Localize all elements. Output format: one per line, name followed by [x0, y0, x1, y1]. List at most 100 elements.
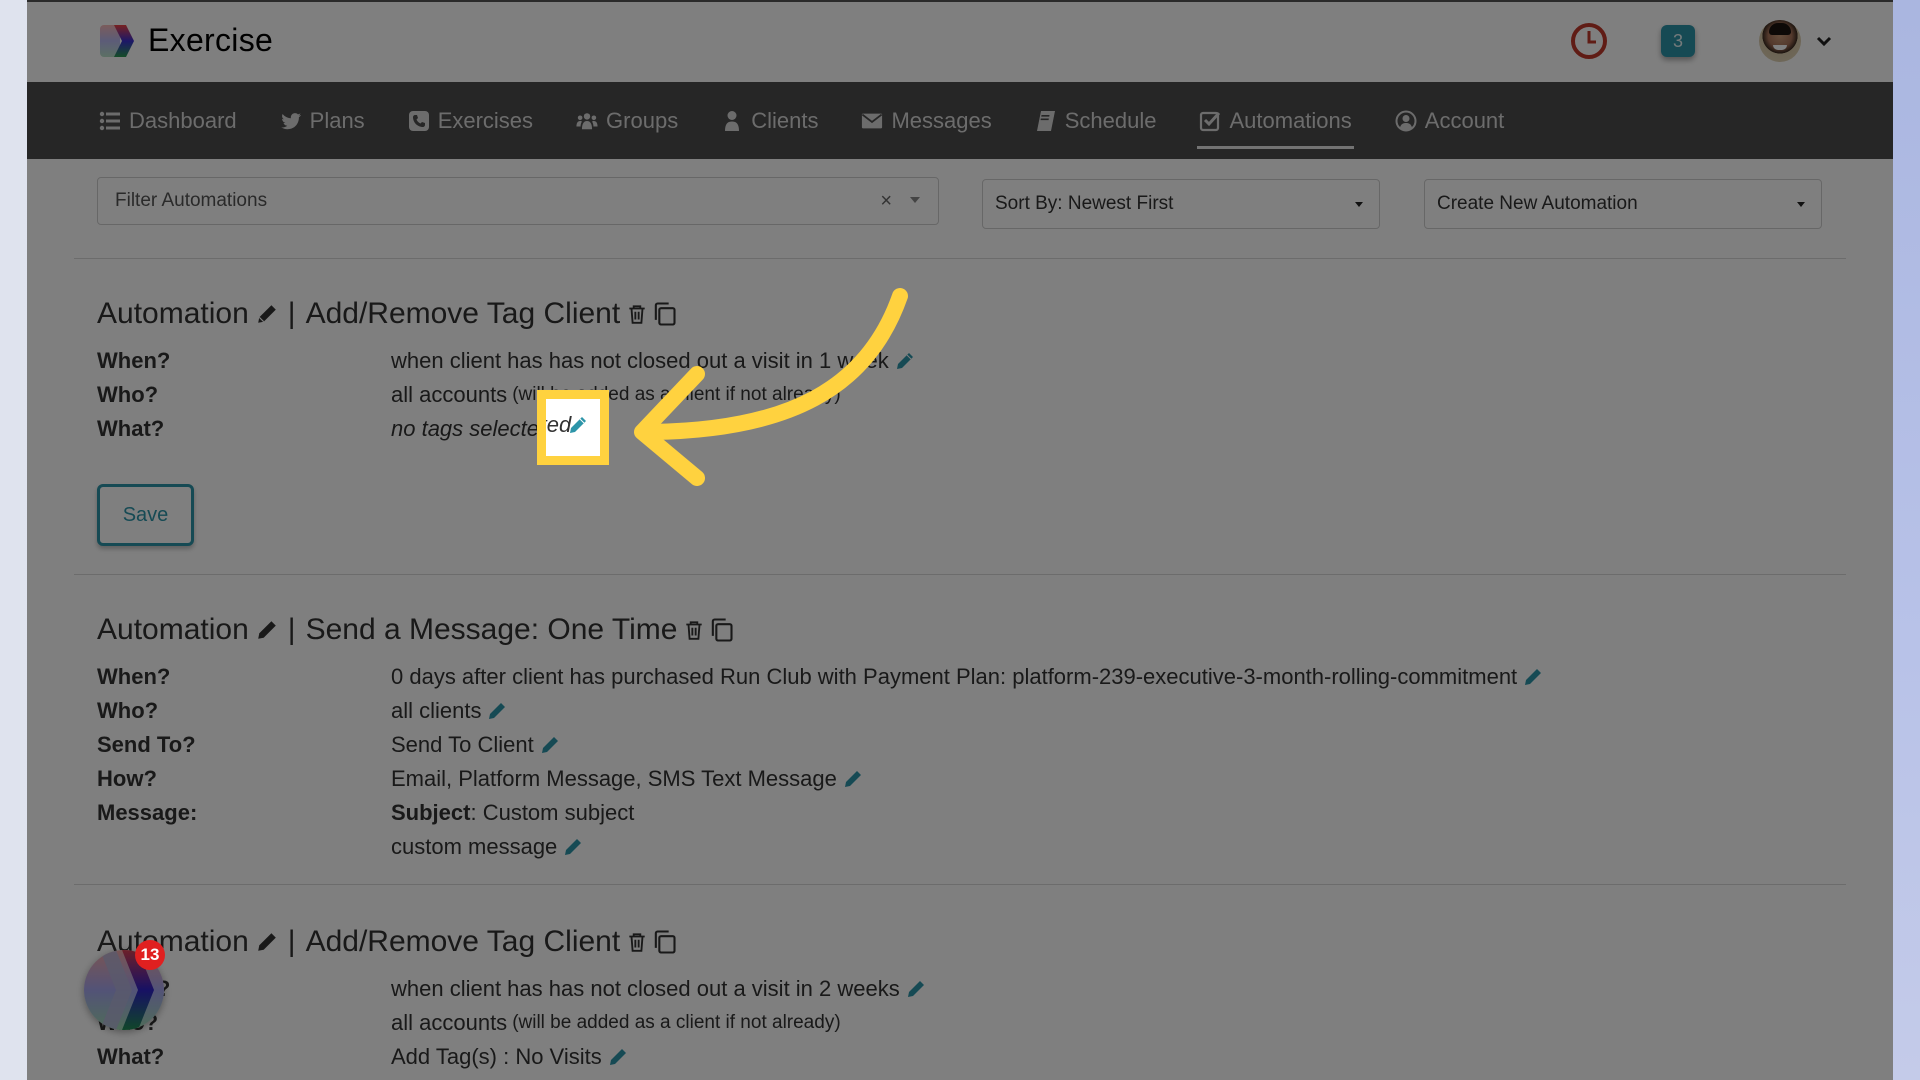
- clock-icon[interactable]: [1569, 21, 1609, 61]
- detail-row: What? no tags selected: [97, 412, 1846, 446]
- nav-label: Dashboard: [129, 107, 237, 133]
- nav-groups[interactable]: Groups: [574, 82, 680, 159]
- edit-pencil-icon[interactable]: [540, 735, 560, 755]
- nav-account[interactable]: Account: [1393, 82, 1507, 159]
- automation-title-prefix: Automation: [97, 297, 249, 330]
- automation-title: Automation | Send a Message: One Time: [97, 610, 1846, 650]
- notification-badge[interactable]: 3: [1661, 25, 1695, 57]
- nav-label: Groups: [606, 107, 679, 133]
- main-nav: Dashboard Plans Exercises Groups Clients…: [27, 82, 1893, 159]
- envelope-icon: [862, 113, 883, 128]
- nav-automations[interactable]: Automations: [1197, 82, 1355, 159]
- user-avatar[interactable]: [1759, 20, 1801, 62]
- automation-card: Automation | Add/Remove Tag Client When?…: [74, 885, 1846, 1074]
- automation-type: Send a Message: One Time: [305, 613, 678, 646]
- detail-row: When? when client has has not closed out…: [97, 972, 1846, 1006]
- automation-type: Add/Remove Tag Client: [305, 297, 621, 330]
- brand-logo-icon: [100, 24, 134, 57]
- how-value: Email, Platform Message, SMS Text Messag…: [391, 766, 837, 791]
- nav-messages[interactable]: Messages: [859, 82, 993, 159]
- filter-automations-input[interactable]: Filter Automations ×: [97, 177, 939, 225]
- trash-icon[interactable]: [683, 619, 705, 641]
- app-window: Exercise 3 Dashboard Plans Exercises Gro…: [27, 0, 1893, 1080]
- send-to-value: Send To Client: [391, 732, 534, 757]
- brand-name: Exercise: [148, 22, 274, 58]
- detail-value: all accounts (will be added as a client …: [391, 382, 841, 408]
- when-value: when client has has not closed out a vis…: [391, 976, 900, 1001]
- nav-plans[interactable]: Plans: [278, 82, 367, 159]
- automation-details: When? 0 days after client has purchased …: [97, 660, 1846, 864]
- sort-select[interactable]: Sort By: Newest First: [982, 179, 1380, 229]
- filter-placeholder: Filter Automations: [115, 190, 268, 211]
- nav-label: Clients: [751, 107, 819, 133]
- nav-exercises[interactable]: Exercises: [406, 82, 535, 159]
- edit-pencil-icon[interactable]: [843, 769, 863, 789]
- widget-notification-badge: 13: [135, 940, 165, 970]
- when-value: when client has has not closed out a vis…: [391, 348, 889, 373]
- nav-clients[interactable]: Clients: [719, 82, 820, 159]
- filter-dropdown-caret-icon[interactable]: [910, 197, 920, 203]
- automation-details: When? when client has has not closed out…: [97, 344, 1846, 446]
- copy-icon[interactable]: [650, 300, 678, 328]
- create-automation-select[interactable]: Create New Automation: [1424, 179, 1822, 229]
- automation-type: Add/Remove Tag Client: [305, 925, 621, 958]
- title-separator: |: [287, 613, 296, 646]
- detail-row: Send To? Send To Client: [97, 728, 1846, 762]
- detail-label: Message:: [97, 800, 198, 825]
- detail-row: When? 0 days after client has purchased …: [97, 660, 1846, 694]
- user-circle-icon: [1395, 110, 1417, 131]
- automation-title: Automation | Add/Remove Tag Client: [97, 922, 1846, 962]
- automation-card: Automation | Send a Message: One Time Wh…: [74, 575, 1846, 885]
- caret-down-icon: [1355, 202, 1363, 207]
- automations-toolbar: Filter Automations × Sort By: Newest Fir…: [74, 159, 1846, 259]
- detail-row: Who? all accounts (will be added as a cl…: [97, 1006, 1846, 1040]
- nav-dashboard[interactable]: Dashboard: [97, 82, 239, 159]
- phone-square-icon: [408, 110, 429, 131]
- detail-value: Add Tag(s) : No Visits: [391, 1044, 628, 1070]
- nav-schedule[interactable]: Schedule: [1033, 82, 1159, 159]
- title-separator: |: [287, 297, 296, 330]
- pencil-icon[interactable]: [256, 931, 278, 953]
- edit-pencil-icon[interactable]: [608, 1047, 628, 1067]
- header-actions: 3: [1569, 20, 1833, 62]
- automation-title: Automation | Add/Remove Tag Client: [97, 294, 1846, 334]
- create-select-value: Create New Automation: [1437, 193, 1638, 214]
- nav-label: Exercises: [437, 107, 534, 133]
- trash-icon[interactable]: [626, 303, 648, 325]
- detail-row: custom message: [97, 830, 1846, 864]
- automation-details: When? when client has has not closed out…: [97, 972, 1846, 1074]
- brand[interactable]: Exercise: [100, 22, 273, 59]
- copy-icon[interactable]: [707, 616, 735, 644]
- check-square-icon: [1200, 111, 1221, 131]
- detail-row: When? when client has has not closed out…: [97, 344, 1846, 378]
- edit-pencil-icon[interactable]: [895, 351, 915, 371]
- detail-value: custom message: [391, 834, 583, 860]
- pencil-icon[interactable]: [256, 303, 278, 325]
- detail-label: What?: [97, 416, 165, 441]
- detail-value: all clients: [391, 698, 507, 724]
- who-note: (will be added as a client if not alread…: [512, 1012, 841, 1033]
- edit-pencil-icon[interactable]: [568, 415, 588, 435]
- nav-label: Automations: [1229, 107, 1352, 133]
- book-icon: [1036, 110, 1055, 131]
- edit-pencil-icon[interactable]: [906, 979, 926, 999]
- pencil-icon[interactable]: [256, 619, 278, 641]
- edit-pencil-icon[interactable]: [1523, 667, 1543, 687]
- detail-value: when client has has not closed out a vis…: [391, 348, 915, 374]
- clear-filter-icon[interactable]: ×: [880, 190, 892, 213]
- detail-value: Subject : Custom subject: [391, 800, 634, 826]
- detail-row: What? Add Tag(s) : No Visits: [97, 1040, 1846, 1074]
- save-button[interactable]: Save: [97, 484, 194, 546]
- detail-label: What?: [97, 1044, 165, 1069]
- caret-down-icon: [1797, 202, 1805, 207]
- twitter-bird-icon: [280, 112, 301, 129]
- edit-pencil-icon[interactable]: [563, 837, 583, 857]
- copy-icon[interactable]: [650, 928, 678, 956]
- automation-card: Automation | Add/Remove Tag Client When?…: [74, 259, 1846, 575]
- highlighted-edit-what-area[interactable]: no tags selected: [546, 399, 600, 456]
- chevron-down-icon[interactable]: [1815, 32, 1833, 50]
- who-value: all accounts: [391, 1010, 508, 1035]
- edit-pencil-icon[interactable]: [487, 701, 507, 721]
- trash-icon[interactable]: [626, 931, 648, 953]
- detail-row: Who? all accounts (will be added as a cl…: [97, 378, 1846, 412]
